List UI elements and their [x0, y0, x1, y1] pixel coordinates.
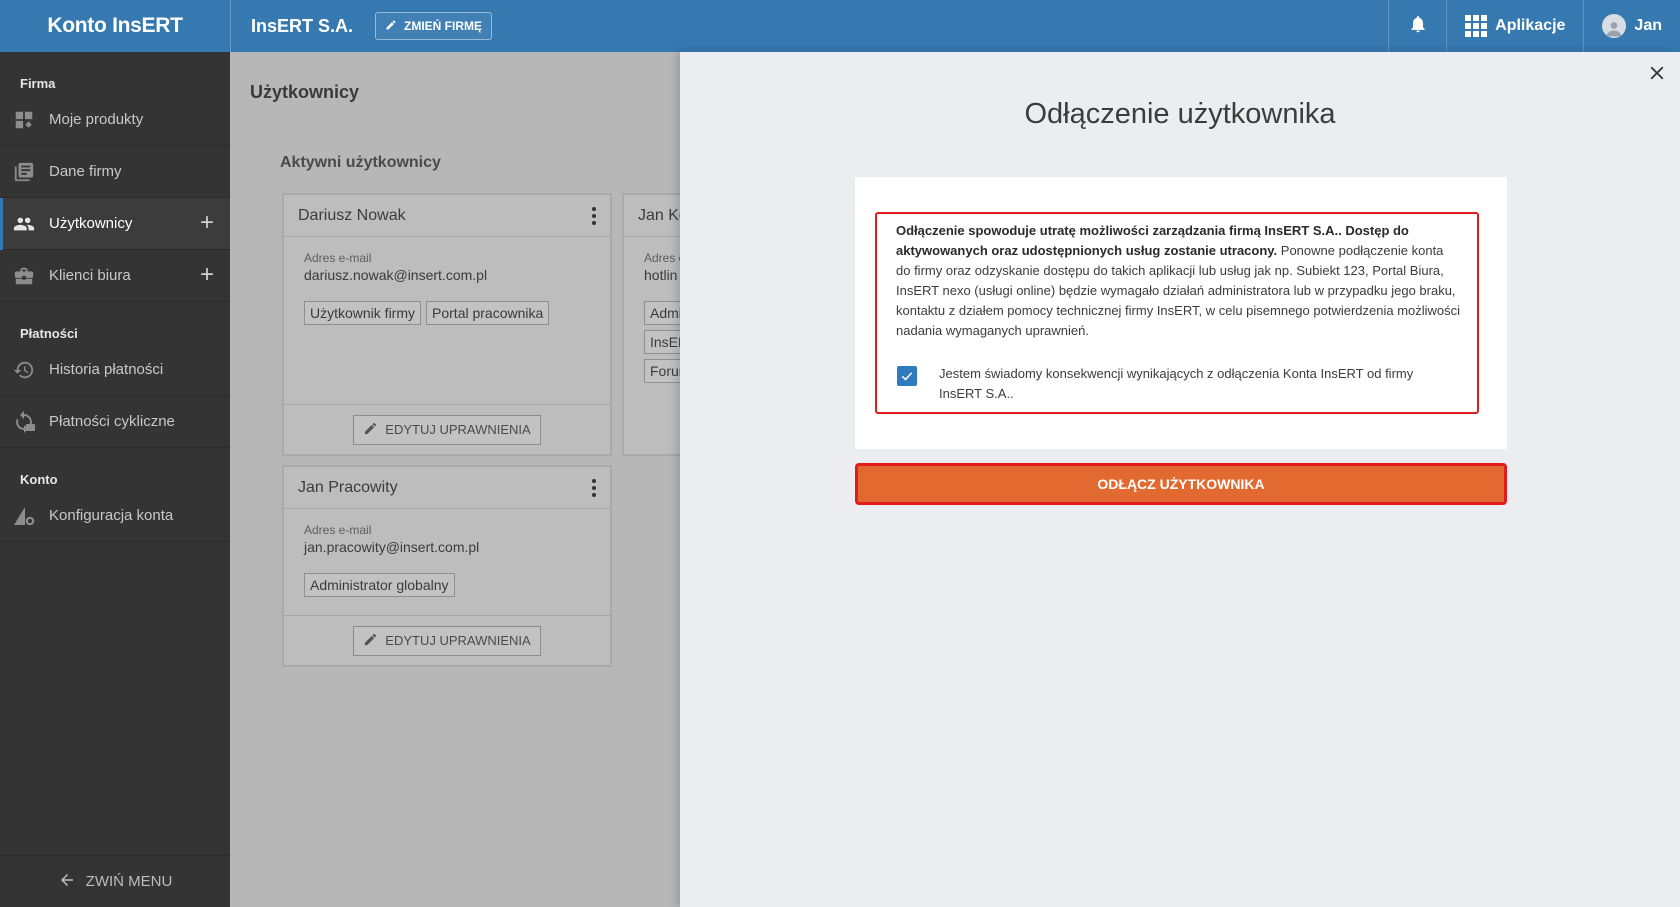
pencil-icon	[363, 632, 378, 650]
sidebar-item-uzytkownicy[interactable]: Użytkownicy +	[0, 198, 230, 250]
edit-permissions-button[interactable]: EDYTUJ UPRAWNIENIA	[353, 414, 541, 445]
edit-permissions-button[interactable]: EDYTUJ UPRAWNIENIA	[353, 625, 541, 656]
email-label: Adres e-mail	[304, 523, 372, 537]
user-card-footer: EDYTUJ UPRAWNIENIA	[284, 615, 610, 665]
user-card: Dariusz Nowak Adres e-mail dariusz.nowak…	[282, 193, 612, 456]
user-card-header: Dariusz Nowak	[284, 195, 610, 237]
disconnect-user-button[interactable]: ODŁĄCZ UŻYTKOWNIKA	[855, 463, 1507, 505]
collapse-menu-button[interactable]: ZWIŃ MENU	[0, 855, 230, 907]
sidebar-item-moje-produkty[interactable]: Moje produkty	[0, 94, 230, 146]
sidebar-section-platnosci: Płatności	[20, 326, 78, 341]
add-user-icon[interactable]: +	[200, 211, 214, 235]
user-card-footer: EDYTUJ UPRAWNIENIA	[284, 404, 610, 454]
confirm-checkbox-label[interactable]: Jestem świadomy konsekwencji wynikającyc…	[939, 364, 1439, 404]
role-tags: Użytkownik firmy Portal pracownika	[304, 301, 590, 325]
document-icon	[12, 160, 36, 184]
pencil-icon	[363, 421, 378, 439]
email-label: Adres e-mail	[304, 251, 372, 265]
warning-text: Odłączenie spowoduje utratę możliwości z…	[896, 221, 1461, 341]
more-vert-icon[interactable]	[592, 478, 596, 497]
sidebar-item-label: Dane firmy	[49, 163, 122, 180]
warning-container: Odłączenie spowoduje utratę możliwości z…	[855, 177, 1507, 449]
apps-grid-icon	[1465, 15, 1488, 37]
user-card-name: Jan Pracowity	[298, 478, 398, 496]
apps-label: Aplikacje	[1495, 17, 1566, 34]
role-tag: Użytkownik firmy	[304, 301, 422, 325]
user-card-name: Dariusz Nowak	[298, 206, 406, 224]
panel-title: Odłączenie użytkownika	[1024, 98, 1336, 130]
avatar-icon	[1602, 14, 1627, 38]
top-bar-actions: Aplikacje Jan	[1388, 0, 1680, 52]
section-title: Aktywni użytkownicy	[280, 154, 441, 171]
add-client-icon[interactable]: +	[200, 263, 214, 287]
change-company-button[interactable]: ZMIEŃ FIRMĘ	[375, 12, 493, 40]
sidebar-item-label: Użytkownicy	[49, 215, 133, 232]
briefcase-icon	[12, 264, 36, 288]
sidebar-section-firma: Firma	[20, 76, 56, 91]
more-vert-icon[interactable]	[592, 206, 596, 225]
sidebar-item-dane-firmy[interactable]: Dane firmy	[0, 146, 230, 198]
widgets-icon	[12, 108, 36, 132]
role-tag: Administrator globalny	[304, 573, 455, 597]
user-email: dariusz.nowak@insert.com.pl	[304, 267, 488, 283]
user-email: jan.pracowity@insert.com.pl	[304, 539, 480, 555]
sidebar-item-label: Płatności cykliczne	[49, 413, 175, 430]
history-icon	[12, 358, 36, 382]
arrow-left-icon	[58, 871, 76, 893]
user-card: Jan Pracowity Adres e-mail jan.pracowity…	[282, 465, 612, 667]
page-title: Użytkownicy	[250, 82, 360, 102]
sidebar-item-konfiguracja-konta[interactable]: Konfiguracja konta	[0, 490, 230, 542]
bell-icon	[1408, 13, 1428, 40]
confirm-row: Jestem świadomy konsekwencji wynikającyc…	[897, 364, 1439, 404]
pencil-icon	[385, 19, 397, 34]
sidebar-section-konto: Konto	[20, 472, 58, 487]
sidebar-item-historia-platnosci[interactable]: Historia płatności	[0, 344, 230, 396]
brand-logo[interactable]: Konto InsERT	[0, 14, 230, 38]
user-name: Jan	[1634, 17, 1662, 34]
edit-permissions-label: EDYTUJ UPRAWNIENIA	[385, 633, 531, 648]
role-tag: Portal pracownika	[426, 301, 550, 325]
company-name: InsERT S.A.	[251, 15, 354, 36]
top-bar: Konto InsERT InsERT S.A. ZMIEŃ FIRMĘ Apl…	[0, 0, 1680, 52]
edit-permissions-label: EDYTUJ UPRAWNIENIA	[385, 422, 531, 437]
apps-button[interactable]: Aplikacje	[1446, 0, 1583, 52]
sidebar: Firma Moje produkty Dane firmy Użytkowni…	[0, 52, 230, 907]
sidebar-item-klienci-biura[interactable]: Klienci biura +	[0, 250, 230, 302]
account-settings-icon	[12, 504, 36, 528]
sidebar-item-platnosci-cykliczne[interactable]: Płatności cykliczne	[0, 396, 230, 448]
recurring-icon	[12, 410, 36, 434]
disconnect-user-panel: Odłączenie użytkownika Odłączenie spowod…	[680, 52, 1680, 907]
sidebar-item-label: Konfiguracja konta	[49, 507, 174, 524]
sidebar-item-label: Klienci biura	[49, 267, 131, 284]
notifications-button[interactable]	[1388, 0, 1446, 52]
user-card-header: Jan Pracowity	[284, 467, 610, 509]
checkmark-icon	[901, 372, 913, 381]
users-icon	[12, 212, 36, 236]
sidebar-item-label: Historia płatności	[49, 361, 164, 378]
change-company-label: ZMIEŃ FIRMĘ	[404, 19, 483, 33]
close-icon[interactable]	[1646, 62, 1668, 84]
user-menu-button[interactable]: Jan	[1583, 0, 1680, 52]
brand-divider	[230, 0, 231, 52]
warning-box: Odłączenie spowoduje utratę możliwości z…	[875, 212, 1479, 414]
confirm-checkbox[interactable]	[897, 366, 917, 386]
role-tags: Administrator globalny	[304, 573, 590, 597]
sidebar-item-label: Moje produkty	[49, 111, 144, 128]
collapse-menu-label: ZWIŃ MENU	[85, 873, 173, 890]
